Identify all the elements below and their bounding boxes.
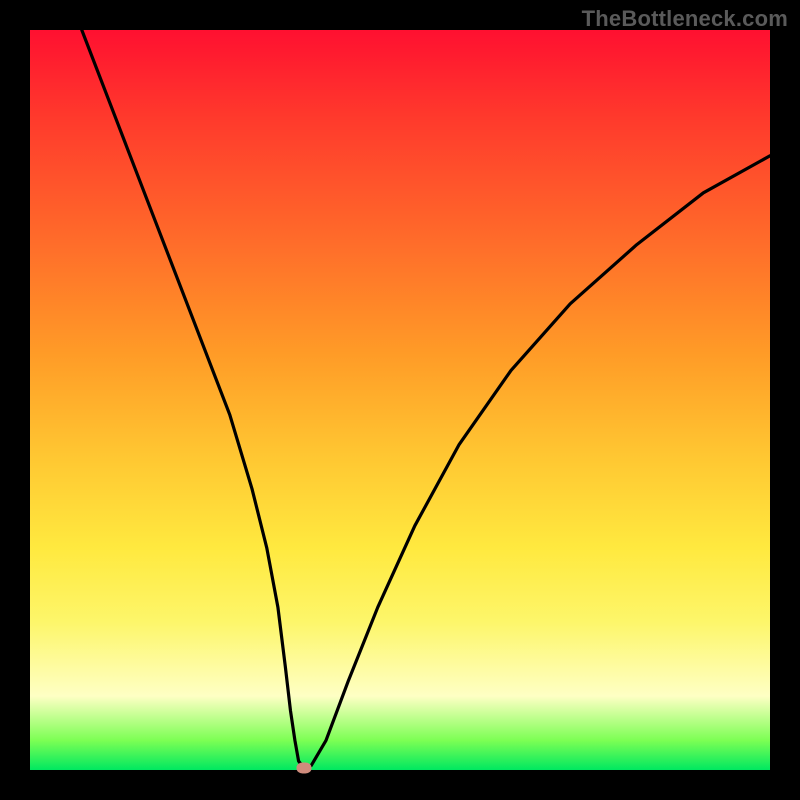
optimum-marker xyxy=(296,762,311,773)
chart-frame: TheBottleneck.com xyxy=(0,0,800,800)
plot-area xyxy=(30,30,770,770)
bottleneck-curve xyxy=(82,30,770,768)
curve-svg xyxy=(30,30,770,770)
watermark-text: TheBottleneck.com xyxy=(582,6,788,32)
